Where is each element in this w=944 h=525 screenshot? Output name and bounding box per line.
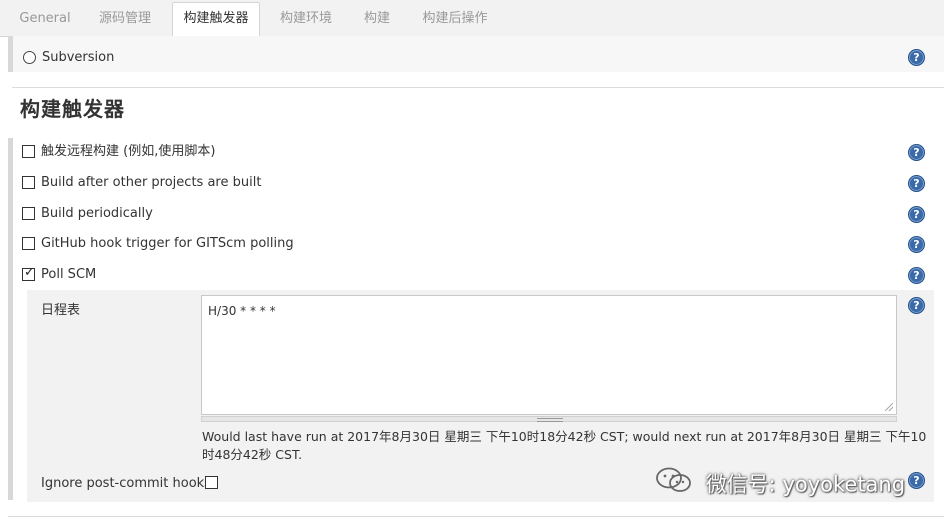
status-line: 时48分42秒 CST. (202, 447, 303, 462)
build-after-other-projects-checkbox[interactable] (22, 176, 35, 189)
drag-handle-icon (537, 418, 563, 422)
schedule-label: 日程表 (41, 303, 81, 318)
schedule-value: H/30 * * * * (208, 304, 276, 318)
trigger-label: Build after other projects are built (41, 175, 262, 190)
help-icon[interactable]: ? (908, 236, 925, 253)
help-icon[interactable]: ? (908, 49, 925, 66)
tab-bar: General 源码管理 构建触发器 构建环境 构建 构建后操作 (0, 0, 944, 37)
help-icon[interactable]: ? (908, 144, 925, 161)
tab-build[interactable]: 构建 (352, 3, 402, 35)
trigger-remote-build-checkbox[interactable] (22, 145, 35, 158)
watermark-text: 微信号: yoyoketang (705, 472, 906, 497)
trigger-label: Build periodically (41, 206, 153, 221)
help-icon[interactable]: ? (908, 206, 925, 223)
ignore-post-commit-hooks-checkbox[interactable] (205, 476, 218, 489)
schedule-status-text: Would last have run at 2017年8月30日 星期三 下午… (202, 428, 927, 464)
build-periodically-checkbox[interactable] (22, 207, 35, 220)
trigger-label: 触发远程构建 (例如,使用脚本) (41, 144, 216, 159)
tab-post-build-actions[interactable]: 构建后操作 (412, 3, 498, 35)
section-divider (12, 87, 944, 88)
github-hook-checkbox[interactable] (22, 237, 35, 250)
tab-general[interactable]: General (10, 3, 80, 35)
schedule-textarea[interactable]: H/30 * * * * (201, 295, 897, 415)
scm-subversion-block: Subversion (8, 36, 944, 72)
poll-scm-checkbox[interactable]: ✓ (22, 265, 35, 281)
resize-grip-icon[interactable] (885, 403, 893, 411)
checkmark-icon: ✓ (24, 265, 35, 280)
help-icon[interactable]: ? (908, 267, 925, 284)
section-divider (8, 516, 944, 517)
tab-build-triggers[interactable]: 构建触发器 (172, 2, 260, 37)
tab-build-environment[interactable]: 构建环境 (268, 3, 344, 35)
subversion-label: Subversion (42, 50, 115, 65)
textarea-resize-handle[interactable] (201, 416, 897, 422)
help-icon[interactable]: ? (908, 297, 925, 314)
trigger-label: Poll SCM (41, 267, 97, 282)
section-title: 构建触发器 (20, 97, 125, 121)
subversion-radio[interactable] (23, 51, 36, 64)
status-line: Would last have run at 2017年8月30日 星期三 下午… (202, 429, 927, 444)
ignore-post-commit-hooks-label: Ignore post-commit hooks (41, 476, 211, 491)
trigger-label: GitHub hook trigger for GITScm polling (41, 236, 294, 251)
watermark: 微信号: yoyoketang (655, 466, 925, 498)
tab-source-management[interactable]: 源码管理 (88, 3, 162, 35)
help-icon[interactable]: ? (908, 175, 925, 192)
wechat-icon (655, 466, 693, 503)
